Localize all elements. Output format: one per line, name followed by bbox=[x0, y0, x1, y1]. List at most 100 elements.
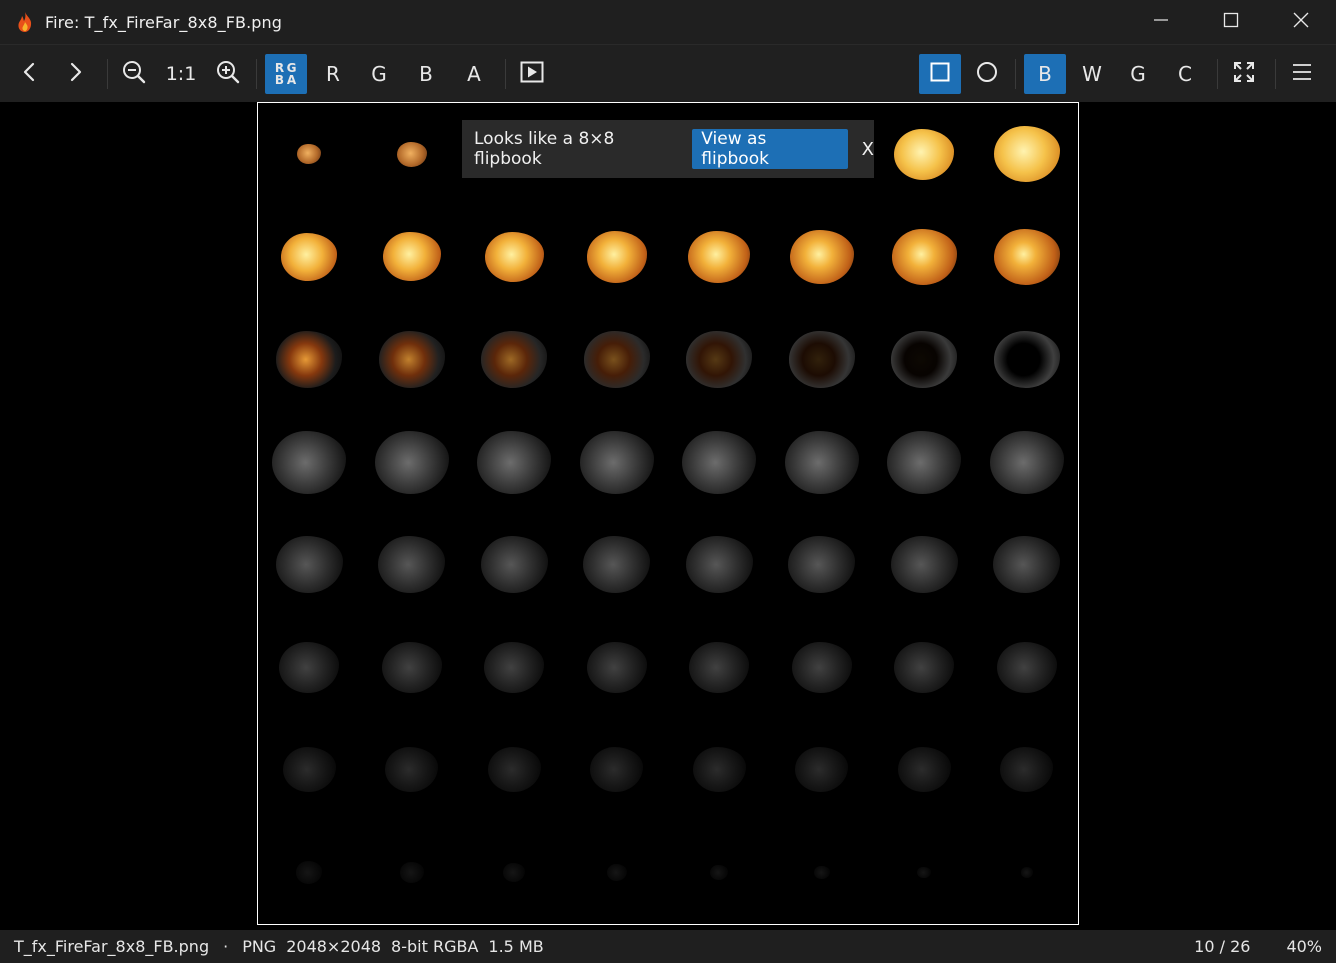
zoom-out-button[interactable] bbox=[114, 54, 154, 94]
zoom-out-icon bbox=[122, 60, 146, 89]
flipbook-frame bbox=[463, 308, 566, 411]
toolbar-separator bbox=[505, 59, 506, 89]
flipbook-frame bbox=[976, 821, 1079, 924]
background-gray-button[interactable]: G bbox=[1118, 54, 1158, 94]
play-frame-icon bbox=[520, 61, 544, 88]
menu-button[interactable] bbox=[1282, 54, 1322, 94]
flipbook-frame bbox=[873, 411, 976, 514]
flipbook-frame bbox=[566, 719, 669, 822]
flipbook-frame bbox=[463, 411, 566, 514]
flipbook-button[interactable] bbox=[512, 54, 552, 94]
flipbook-frame bbox=[258, 616, 361, 719]
minimize-icon bbox=[1153, 12, 1169, 32]
flipbook-frame bbox=[976, 308, 1079, 411]
flipbook-frame bbox=[361, 719, 464, 822]
frame-sprite bbox=[791, 641, 852, 693]
flipbook-toast: Looks like a 8×8 flipbook View as flipbo… bbox=[462, 120, 874, 178]
channel-green-button[interactable]: G bbox=[359, 54, 399, 94]
frame-sprite bbox=[996, 641, 1057, 693]
actual-size-button[interactable]: 1:1 bbox=[160, 54, 202, 94]
status-filename: T_fx_FireFar_8x8_FB.png bbox=[14, 937, 210, 956]
frame-sprite bbox=[993, 536, 1061, 594]
status-format: PNG bbox=[242, 937, 277, 956]
toast-message: Looks like a 8×8 flipbook bbox=[474, 129, 615, 169]
flipbook-frame bbox=[258, 719, 361, 822]
window-title: Fire: T_fx_FireFar_8x8_FB.png bbox=[45, 12, 283, 32]
frame-sprite bbox=[590, 747, 644, 793]
flipbook-frame bbox=[873, 206, 976, 309]
frame-sprite bbox=[788, 331, 855, 388]
channel-red-button[interactable]: R bbox=[313, 54, 353, 94]
circle-mask-button[interactable] bbox=[967, 54, 1007, 94]
frame-sprite bbox=[993, 228, 1060, 286]
frame-sprite bbox=[378, 331, 445, 388]
frame-sprite bbox=[583, 331, 650, 388]
flipbook-frame bbox=[258, 308, 361, 411]
rgba-label: R G B A bbox=[274, 61, 298, 87]
flipbook-frame bbox=[668, 513, 771, 616]
chevron-left-icon bbox=[20, 62, 40, 87]
close-window-button[interactable] bbox=[1266, 0, 1336, 44]
toolbar-separator bbox=[107, 59, 108, 89]
flipbook-frame bbox=[566, 616, 669, 719]
flipbook-frame bbox=[976, 206, 1079, 309]
flipbook-frame bbox=[463, 513, 566, 616]
frame-sprite bbox=[586, 641, 647, 693]
background-checker-button[interactable]: C bbox=[1165, 54, 1205, 94]
fit-to-screen-button[interactable] bbox=[1224, 54, 1264, 94]
frame-sprite bbox=[891, 331, 958, 388]
status-image-position: 10 / 26 bbox=[1194, 937, 1251, 956]
minimize-button[interactable] bbox=[1126, 0, 1196, 44]
status-separator: · bbox=[223, 937, 229, 956]
view-as-flipbook-button[interactable]: View as flipbook bbox=[692, 129, 848, 169]
frame-sprite bbox=[685, 536, 753, 594]
next-image-button[interactable] bbox=[55, 54, 95, 94]
frame-sprite bbox=[897, 747, 951, 793]
window-controls bbox=[1126, 0, 1336, 44]
frame-sprite bbox=[480, 536, 548, 594]
flipbook-frame bbox=[771, 513, 874, 616]
frame-sprite bbox=[887, 430, 962, 494]
zoom-in-button[interactable] bbox=[208, 54, 248, 94]
flipbook-frame bbox=[873, 821, 976, 924]
frame-sprite bbox=[894, 128, 955, 180]
channel-blue-button[interactable]: B bbox=[406, 54, 446, 94]
background-white-button[interactable]: W bbox=[1072, 54, 1112, 94]
flipbook-frame bbox=[361, 411, 464, 514]
image-viewport[interactable] bbox=[257, 102, 1079, 925]
flipbook-frame bbox=[566, 411, 669, 514]
frame-sprite bbox=[296, 861, 323, 884]
previous-image-button[interactable] bbox=[10, 54, 50, 94]
flipbook-frame bbox=[668, 411, 771, 514]
flipbook-frame bbox=[771, 821, 874, 924]
square-mask-button[interactable] bbox=[919, 54, 961, 94]
flipbook-frame bbox=[258, 103, 361, 206]
background-black-button[interactable]: B bbox=[1024, 54, 1066, 94]
frame-sprite bbox=[682, 430, 757, 494]
frame-sprite bbox=[374, 430, 449, 494]
frame-sprite bbox=[586, 231, 647, 283]
channel-alpha-button[interactable]: A bbox=[454, 54, 494, 94]
circle-icon bbox=[976, 61, 998, 88]
frame-sprite bbox=[276, 331, 343, 388]
flipbook-frame bbox=[361, 513, 464, 616]
flipbook-frame bbox=[463, 616, 566, 719]
frame-sprite bbox=[484, 641, 545, 693]
frame-sprite bbox=[692, 747, 746, 793]
frame-sprite bbox=[784, 430, 859, 494]
toast-close-button[interactable]: X bbox=[862, 139, 874, 160]
frame-sprite bbox=[583, 536, 651, 594]
frame-sprite bbox=[689, 641, 750, 693]
status-zoom: 40% bbox=[1286, 937, 1322, 956]
flipbook-frame bbox=[463, 206, 566, 309]
maximize-button[interactable] bbox=[1196, 0, 1266, 44]
channel-rgba-button[interactable]: R G B A bbox=[265, 54, 307, 94]
frame-sprite bbox=[378, 536, 446, 594]
flipbook-frame bbox=[361, 206, 464, 309]
toolbar-separator bbox=[1217, 59, 1218, 89]
frame-sprite bbox=[503, 863, 526, 882]
frame-sprite bbox=[993, 331, 1060, 388]
frame-sprite bbox=[813, 865, 830, 880]
frame-sprite bbox=[399, 862, 424, 883]
fit-screen-icon bbox=[1233, 61, 1255, 88]
